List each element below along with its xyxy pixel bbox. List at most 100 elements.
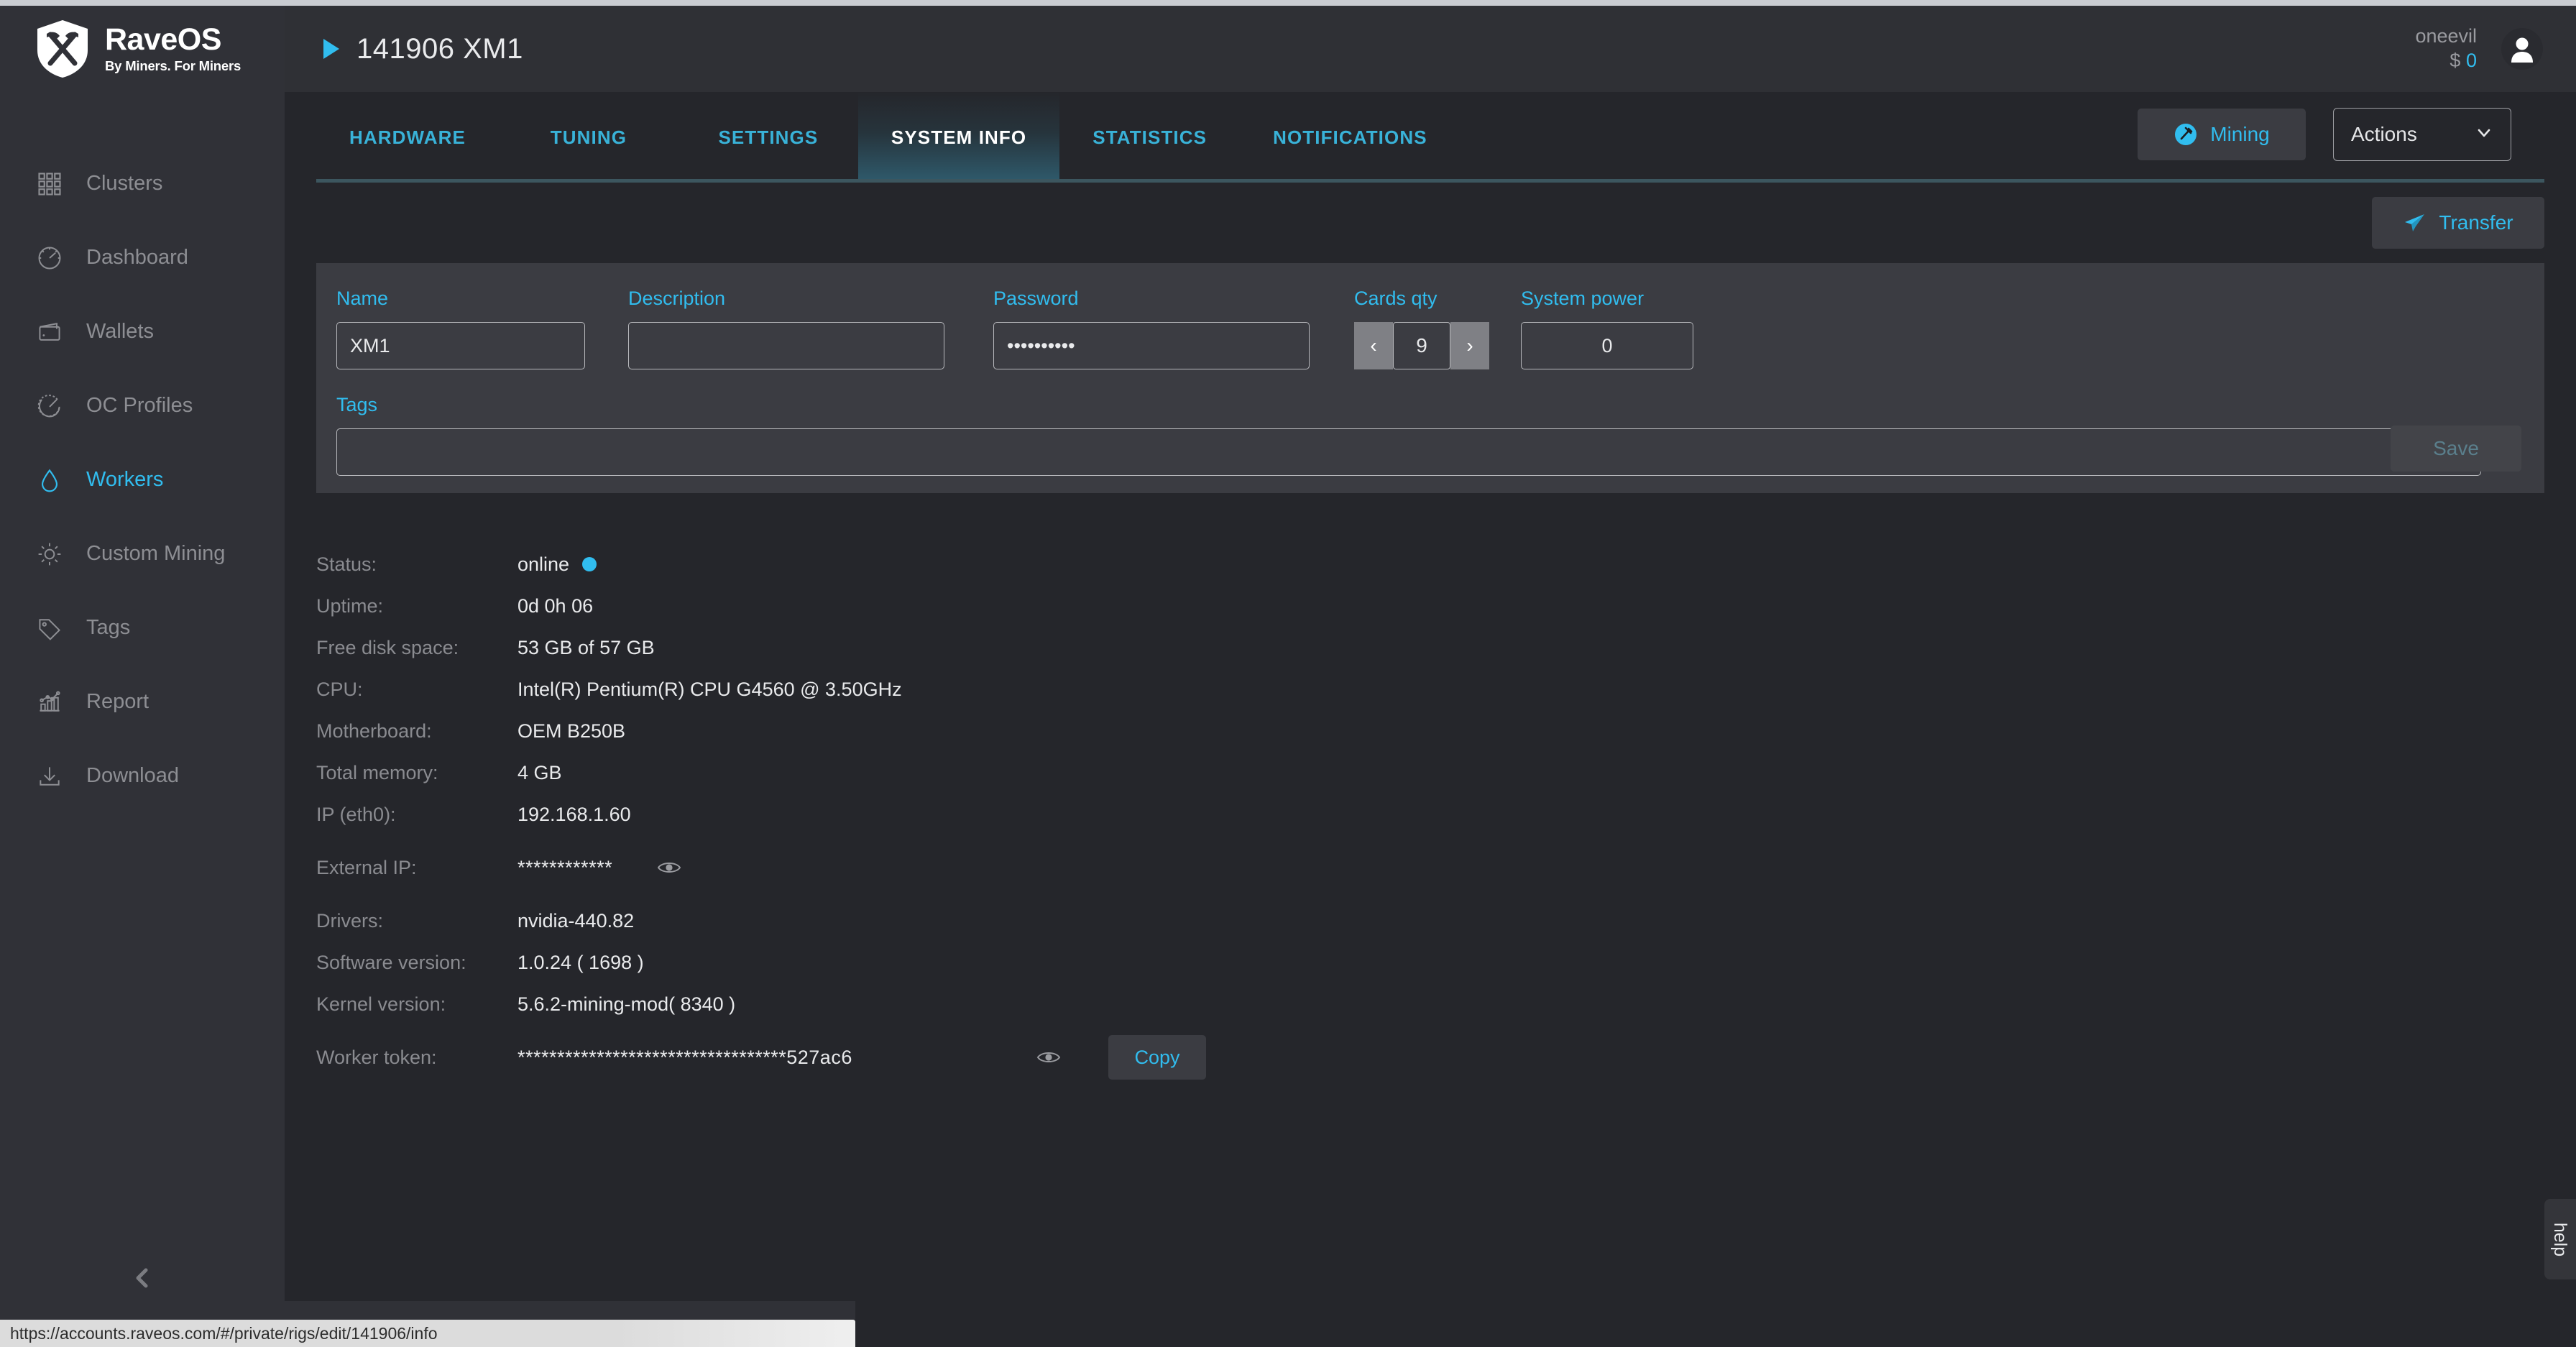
info-key: Status: bbox=[316, 553, 377, 575]
page-title-group: 141906 XM1 bbox=[285, 33, 523, 65]
description-input[interactable] bbox=[628, 322, 944, 369]
user-name: oneevil bbox=[2415, 25, 2477, 47]
browser-status-bar: https://accounts.raveos.com/#/private/ri… bbox=[0, 1320, 855, 1347]
download-icon bbox=[34, 761, 65, 791]
tab-hardware[interactable]: HARDWARE bbox=[316, 92, 499, 183]
balance-currency: $ bbox=[2450, 50, 2461, 71]
save-button[interactable]: Save bbox=[2391, 426, 2521, 472]
sidebar-item-download[interactable]: Download bbox=[0, 739, 285, 813]
info-value: OEM B250B bbox=[518, 720, 626, 742]
chevron-down-icon bbox=[2475, 124, 2493, 146]
sidebar-item-dashboard[interactable]: Dashboard bbox=[0, 221, 285, 295]
info-key: Motherboard: bbox=[316, 720, 432, 742]
form-fields-row: Name Description Password Cards qty bbox=[336, 288, 2524, 369]
actions-dropdown[interactable]: Actions bbox=[2333, 108, 2511, 161]
mining-button[interactable]: Mining bbox=[2138, 109, 2306, 160]
info-row-cpu: CPU: Intel(R) Pentium(R) CPU G4560 @ 3.5… bbox=[316, 668, 2576, 710]
gauge-icon bbox=[34, 243, 65, 273]
app-logo[interactable]: RaveOS By Miners. For Miners bbox=[0, 6, 285, 92]
user-meta: oneevil $ 0 bbox=[2415, 24, 2477, 73]
gear-icon bbox=[34, 539, 65, 569]
password-label: Password bbox=[993, 288, 1079, 309]
sidebar-item-workers[interactable]: Workers bbox=[0, 443, 285, 517]
info-key: Software version: bbox=[316, 951, 466, 973]
sidebar: RaveOS By Miners. For Miners Clusters Da… bbox=[0, 6, 285, 1347]
info-row-drivers: Drivers: nvidia-440.82 bbox=[316, 900, 2576, 942]
sidebar-item-label: Tags bbox=[86, 616, 131, 639]
tag-icon bbox=[34, 613, 65, 643]
system-power-input[interactable] bbox=[1521, 322, 1693, 369]
speedometer-icon bbox=[34, 391, 65, 421]
info-key: Total memory: bbox=[316, 761, 438, 783]
transfer-button[interactable]: Transfer bbox=[2372, 197, 2544, 249]
tab-system-info[interactable]: SYSTEM INFO bbox=[857, 92, 1060, 183]
main-content: HARDWARE TUNING SETTINGS SYSTEM INFO STA… bbox=[285, 92, 2576, 1347]
tab-settings[interactable]: SETTINGS bbox=[678, 92, 858, 183]
info-value: 192.168.1.60 bbox=[518, 803, 631, 825]
logo-title: RaveOS bbox=[105, 22, 221, 57]
tab-tuning[interactable]: TUNING bbox=[499, 92, 678, 183]
chevron-left-icon bbox=[136, 1268, 148, 1288]
name-input[interactable] bbox=[336, 322, 585, 369]
password-input[interactable] bbox=[993, 322, 1310, 369]
tab-statistics[interactable]: STATISTICS bbox=[1059, 92, 1240, 183]
balance-value: 0 bbox=[2465, 50, 2477, 71]
avatar[interactable] bbox=[2501, 28, 2543, 70]
name-field-group: Name bbox=[336, 288, 585, 369]
cards-qty-label: Cards qty bbox=[1354, 288, 1438, 309]
sidebar-item-label: Dashboard bbox=[86, 246, 188, 269]
info-value: **********************************527ac6… bbox=[518, 1035, 1206, 1080]
eye-icon[interactable] bbox=[1036, 1049, 1061, 1066]
cards-qty-increment-button[interactable]: › bbox=[1450, 322, 1489, 369]
sidebar-item-custom-mining[interactable]: Custom Mining bbox=[0, 517, 285, 591]
external-ip-masked-value: ************ bbox=[518, 856, 613, 878]
sidebar-item-label: Report bbox=[86, 690, 150, 713]
worker-token-masked-value: **********************************527ac6 bbox=[518, 1046, 852, 1068]
sidebar-item-tags[interactable]: Tags bbox=[0, 591, 285, 665]
sidebar-item-wallets[interactable]: Wallets bbox=[0, 295, 285, 369]
quantity-stepper: ‹ › bbox=[1354, 322, 1489, 369]
sidebar-item-oc-profiles[interactable]: OC Profiles bbox=[0, 369, 285, 443]
help-tab[interactable]: help bbox=[2544, 1199, 2576, 1279]
eye-icon[interactable] bbox=[657, 859, 681, 876]
info-row-total-memory: Total memory: 4 GB bbox=[316, 752, 2576, 794]
info-key: CPU: bbox=[316, 678, 363, 700]
tab-label: HARDWARE bbox=[349, 126, 466, 148]
logo-tagline: By Miners. For Miners bbox=[105, 58, 242, 74]
info-row-motherboard: Motherboard: OEM B250B bbox=[316, 710, 2576, 752]
pickaxe-circle-icon bbox=[2175, 124, 2197, 145]
top-header: 141906 XM1 oneevil $ 0 bbox=[285, 6, 2576, 92]
sidebar-item-label: Clusters bbox=[86, 172, 163, 195]
play-triangle-icon[interactable] bbox=[323, 39, 339, 59]
info-key: Worker token: bbox=[316, 1046, 437, 1068]
sidebar-item-clusters[interactable]: Clusters bbox=[0, 147, 285, 221]
password-field-group: Password bbox=[993, 288, 1310, 369]
status-badge bbox=[582, 557, 597, 571]
sidebar-item-report[interactable]: Report bbox=[0, 665, 285, 739]
cards-qty-input[interactable] bbox=[1393, 322, 1450, 369]
user-balance: $ 0 bbox=[2415, 49, 2477, 73]
info-value: nvidia-440.82 bbox=[518, 909, 635, 932]
info-value: 0d 0h 06 bbox=[518, 594, 594, 617]
info-row-worker-token: Worker token: **************************… bbox=[316, 1035, 2576, 1080]
statusbar-backdrop bbox=[0, 1301, 855, 1320]
sidebar-item-label: Workers bbox=[86, 468, 164, 491]
wallet-icon bbox=[34, 317, 65, 347]
tags-label: Tags bbox=[336, 394, 378, 415]
cards-qty-decrement-button[interactable]: ‹ bbox=[1354, 322, 1393, 369]
sidebar-item-label: Download bbox=[86, 764, 179, 787]
info-row-external-ip: External IP: ************ bbox=[316, 847, 2576, 888]
info-row-status: Status: online bbox=[316, 543, 2576, 585]
info-value: 1.0.24 ( 1698 ) bbox=[518, 951, 644, 973]
sidebar-collapse-button[interactable] bbox=[0, 1264, 285, 1292]
copy-button[interactable]: Copy bbox=[1108, 1035, 1206, 1080]
name-label: Name bbox=[336, 288, 389, 309]
info-value: 53 GB of 57 GB bbox=[518, 636, 655, 658]
tab-notifications[interactable]: NOTIFICATIONS bbox=[1240, 92, 1460, 183]
mining-button-label: Mining bbox=[2210, 123, 2270, 145]
tags-select[interactable] bbox=[336, 428, 2481, 476]
info-row-software-version: Software version: 1.0.24 ( 1698 ) bbox=[316, 942, 2576, 983]
header-user-area: oneevil $ 0 bbox=[2415, 24, 2576, 73]
worker-form-panel: Name Description Password Cards qty bbox=[316, 263, 2544, 493]
actions-dropdown-label: Actions bbox=[2351, 123, 2417, 145]
